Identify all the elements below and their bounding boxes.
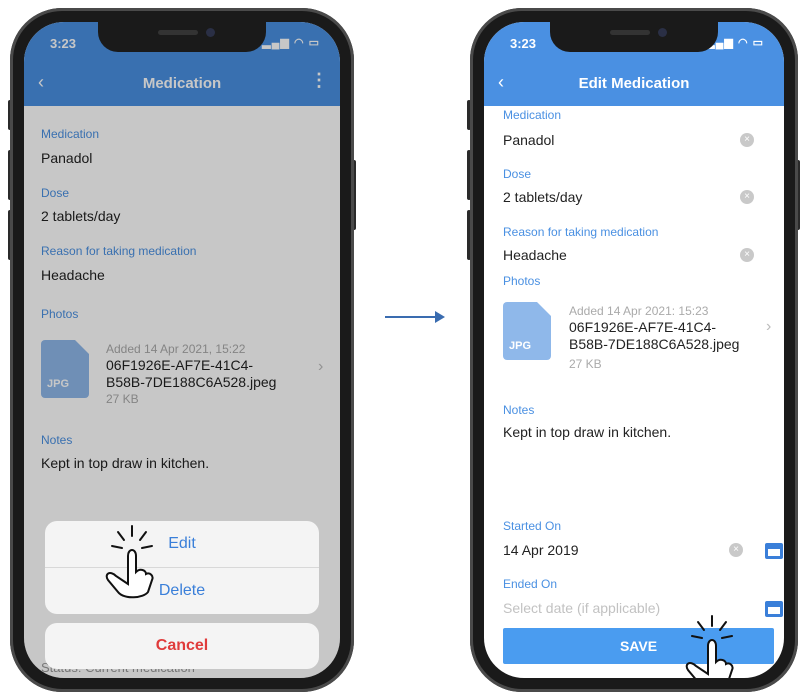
- clear-icon[interactable]: ×: [740, 190, 754, 204]
- left-screen: 3:23 ▂▄▆ ◠ ▭ ‹ Medication ⋮ Medication P…: [24, 22, 340, 678]
- edit-button[interactable]: Edit: [45, 521, 319, 567]
- tap-hand-icon: [105, 525, 154, 599]
- started-on-label: Started On: [503, 519, 562, 533]
- notch: [550, 22, 718, 52]
- left-phone: 3:23 ▂▄▆ ◠ ▭ ‹ Medication ⋮ Medication P…: [10, 8, 354, 692]
- cancel-button[interactable]: Cancel: [45, 623, 319, 669]
- cancel-sheet: Cancel: [45, 623, 319, 669]
- started-on-input[interactable]: 14 Apr 2019: [503, 542, 579, 558]
- medication-input[interactable]: Panadol: [503, 132, 554, 148]
- reason-label: Reason for taking medication: [503, 225, 659, 239]
- right-phone: 3:23 ▂▄▆ ◠ ▭ ‹ Edit Medication Medicatio…: [470, 8, 798, 692]
- chevron-right-icon[interactable]: ›: [766, 318, 771, 336]
- photo-size: 27 KB: [569, 357, 602, 371]
- reason-input[interactable]: Headache: [503, 247, 567, 263]
- jpg-file-icon[interactable]: JPG: [503, 302, 551, 360]
- tap-hand-icon: [685, 615, 734, 678]
- photos-label: Photos: [503, 274, 541, 288]
- transition-arrow-icon: [385, 311, 445, 323]
- notes-label: Notes: [503, 403, 535, 417]
- dose-label: Dose: [503, 167, 532, 181]
- notch: [98, 22, 266, 52]
- ended-on-input[interactable]: Select date (if applicable): [503, 600, 660, 616]
- nav-bar: ‹ Edit Medication: [484, 62, 784, 106]
- page-title: Edit Medication: [578, 75, 690, 92]
- clear-icon[interactable]: ×: [740, 248, 754, 262]
- photo-name-line2: B58B-7DE188C6A528.jpeg: [569, 336, 740, 352]
- delete-button[interactable]: Delete: [45, 568, 319, 614]
- right-screen: 3:23 ▂▄▆ ◠ ▭ ‹ Edit Medication Medicatio…: [484, 22, 784, 678]
- medication-label-partial: Medication: [503, 108, 562, 122]
- photo-added-date: Added 14 Apr 2021: 15:23: [569, 304, 709, 318]
- ended-on-label: Ended On: [503, 577, 558, 591]
- calendar-icon[interactable]: [765, 543, 783, 559]
- dose-input[interactable]: 2 tablets/day: [503, 189, 582, 205]
- notes-input[interactable]: Kept in top draw in kitchen.: [503, 424, 671, 440]
- file-ext: JPG: [509, 340, 532, 352]
- action-sheet: Edit Delete: [45, 521, 319, 614]
- clear-icon[interactable]: ×: [740, 133, 754, 147]
- clear-icon[interactable]: ×: [729, 543, 743, 557]
- photo-name-line1: 06F1926E-AF7E-41C4-: [569, 319, 717, 335]
- status-time: 3:23: [510, 36, 537, 51]
- calendar-icon[interactable]: [765, 601, 783, 617]
